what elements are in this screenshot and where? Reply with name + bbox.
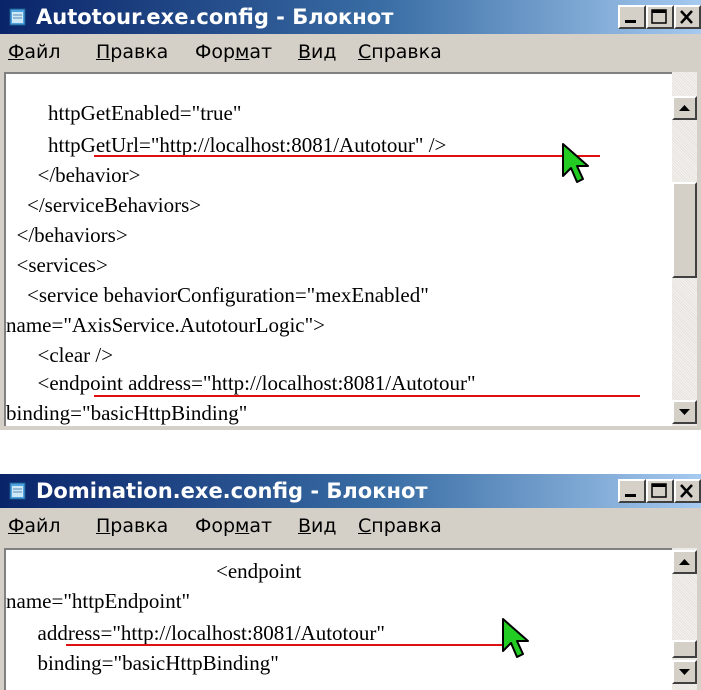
menu-bar: Файл Правка Формат Вид Справка: [0, 34, 701, 70]
notepad-icon: [9, 8, 26, 26]
window-title: Autotour.exe.config - Блокнот: [36, 5, 394, 29]
close-button[interactable]: [674, 5, 701, 29]
text-line: </behavior>: [6, 163, 141, 187]
notepad-window-autotour: Autotour.exe.config - Блокнот Файл Правк…: [0, 0, 701, 430]
highlight-underline: [66, 644, 506, 646]
menu-format[interactable]: Формат: [195, 514, 272, 538]
menu-bar: Файл Правка Формат Вид Справка: [0, 508, 701, 544]
scroll-up-button[interactable]: [672, 96, 697, 120]
minimize-icon: [625, 494, 636, 497]
menu-file[interactable]: Файл: [8, 40, 61, 64]
highlight-underline: [94, 395, 640, 397]
arrow-down-icon: [679, 669, 690, 675]
menu-help[interactable]: Справка: [358, 514, 442, 538]
text-line: </serviceBehaviors>: [6, 193, 202, 217]
text-line: <endpoint address="http://localhost:8081…: [6, 371, 476, 395]
minimize-icon: [625, 20, 636, 23]
menu-help[interactable]: Справка: [358, 40, 442, 64]
close-button[interactable]: [674, 479, 701, 503]
minimize-button[interactable]: [618, 479, 646, 503]
menu-view[interactable]: Вид: [298, 514, 337, 538]
arrow-up-icon: [679, 559, 690, 565]
menu-edit[interactable]: Правка: [96, 40, 168, 64]
highlight-underline: [94, 155, 600, 157]
text-line: name="httpEndpoint": [6, 589, 191, 613]
text-line: <service behaviorConfiguration="mexEnabl…: [6, 283, 429, 307]
scroll-thumb[interactable]: [672, 640, 697, 658]
text-editor[interactable]: <endpoint name="httpEndpoint" address="h…: [4, 548, 672, 690]
text-line: address="http://localhost:8081/Autotour": [6, 621, 385, 645]
menu-view[interactable]: Вид: [298, 40, 337, 64]
title-bar[interactable]: Domination.exe.config - Блокнот: [0, 474, 701, 508]
close-icon: [680, 484, 693, 498]
mouse-pointer-icon: [562, 143, 589, 183]
vertical-scrollbar[interactable]: [672, 72, 697, 426]
text-line: httpGetEnabled="true": [6, 101, 242, 125]
text-line: binding="basicHttpBinding": [6, 651, 279, 675]
text-line: <services>: [6, 253, 108, 277]
scroll-up-button[interactable]: [672, 550, 697, 574]
window-title: Domination.exe.config - Блокнот: [36, 479, 428, 503]
window-border: [0, 426, 701, 430]
scroll-down-button[interactable]: [672, 400, 697, 424]
notepad-icon: [9, 482, 26, 500]
scroll-down-button[interactable]: [672, 660, 697, 684]
title-bar[interactable]: Autotour.exe.config - Блокнот: [0, 0, 701, 34]
mouse-pointer-icon: [502, 618, 529, 658]
text-line: </behaviors>: [6, 223, 128, 247]
minimize-button[interactable]: [618, 5, 646, 29]
vertical-scrollbar[interactable]: [672, 548, 697, 690]
maximize-button[interactable]: [646, 479, 674, 503]
text-line: binding="basicHttpBinding": [6, 401, 248, 425]
text-line: <endpoint: [6, 559, 302, 583]
scroll-thumb[interactable]: [672, 182, 697, 278]
text-line: <clear />: [6, 343, 114, 367]
notepad-window-domination: Domination.exe.config - Блокнот Файл Пра…: [0, 474, 701, 690]
text-editor[interactable]: httpGetEnabled="true" httpGetUrl="http:/…: [4, 72, 672, 426]
close-icon: [680, 10, 693, 24]
maximize-button[interactable]: [646, 5, 674, 29]
arrow-up-icon: [679, 105, 690, 111]
text-line: name="AxisService.AutotourLogic">: [6, 313, 326, 337]
menu-file[interactable]: Файл: [8, 514, 61, 538]
menu-format[interactable]: Формат: [195, 40, 272, 64]
arrow-down-icon: [679, 409, 690, 415]
maximize-icon: [651, 483, 667, 498]
maximize-icon: [651, 9, 667, 24]
menu-edit[interactable]: Правка: [96, 514, 168, 538]
